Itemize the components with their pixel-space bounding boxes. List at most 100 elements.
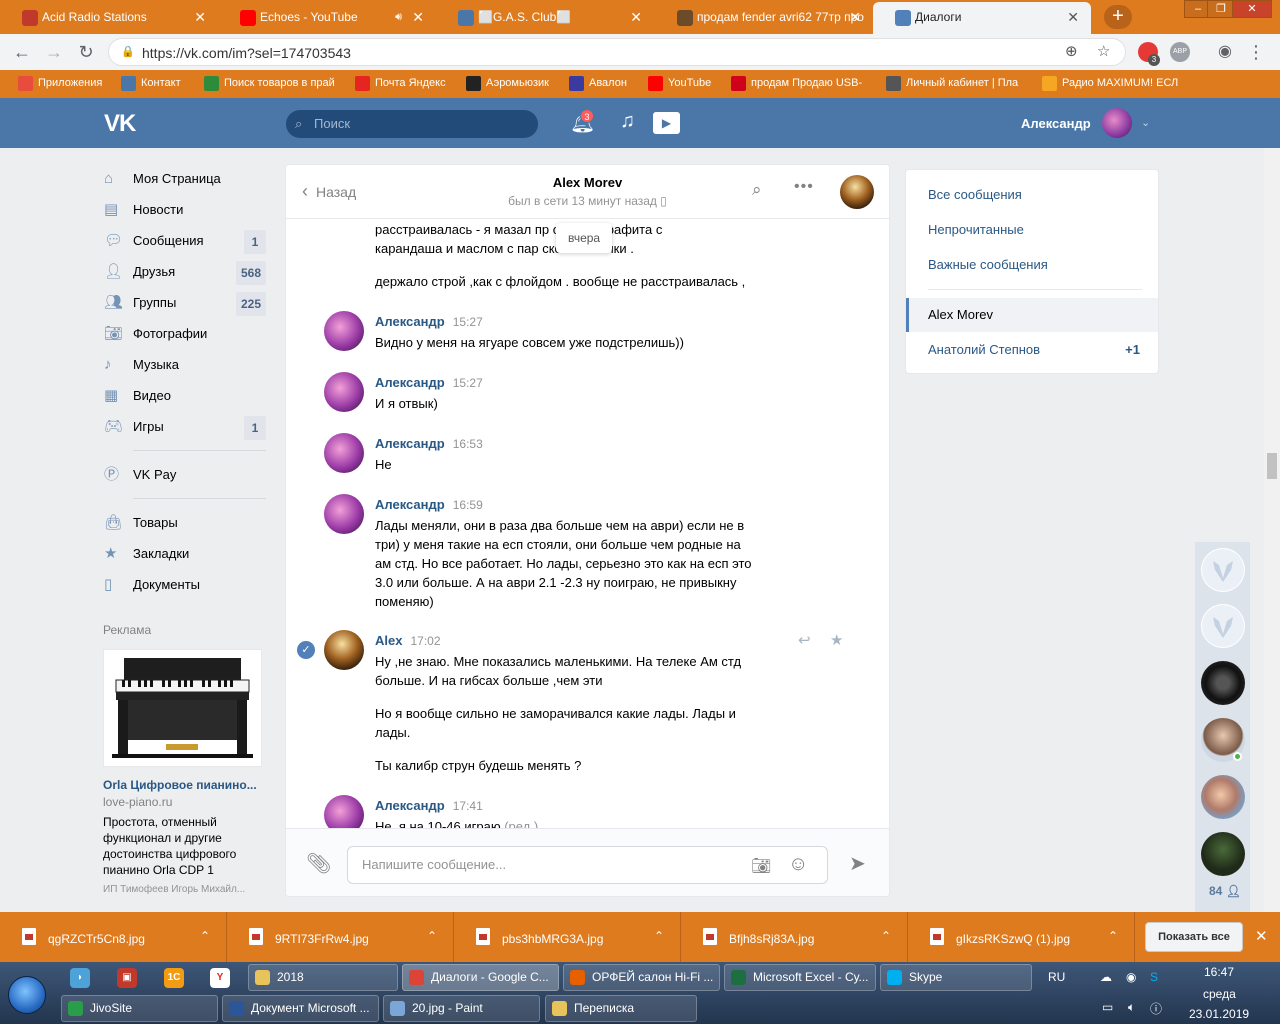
message-avatar[interactable] <box>324 630 364 670</box>
selected-check-icon[interactable]: ✓ <box>297 641 315 659</box>
vk-search-input[interactable]: ⌕ Поиск <box>286 110 538 138</box>
url-text[interactable]: https://vk.com/im?sel=174703543 <box>142 45 351 61</box>
download-item[interactable]: pbs3hbMRG3A.jpg ⌃ <box>454 912 681 962</box>
chat-avatar[interactable] <box>840 175 874 209</box>
bookmark-item[interactable]: Радио MAXIMUM! ЕСЛ <box>1042 76 1178 91</box>
close-tab-icon[interactable]: ✕ <box>630 2 642 32</box>
filter-important[interactable]: Важные сообщения <box>928 257 1048 272</box>
browser-tab[interactable]: Диалоги ✕ <box>873 2 1091 34</box>
bookmark-item[interactable]: продам Продаю USB- <box>731 76 862 91</box>
chevron-up-icon[interactable]: ⌃ <box>1108 929 1118 943</box>
taskbar-app[interactable]: Skype <box>880 964 1032 991</box>
message-time[interactable]: 17:02 <box>410 634 440 648</box>
nav-item[interactable]: ▦ Видео <box>100 380 270 411</box>
maximize-button[interactable]: ❐ <box>1207 0 1235 18</box>
taskbar-app[interactable]: 2018 <box>248 964 398 991</box>
camera-icon[interactable]: 📷︎ <box>751 856 771 876</box>
back-arrow-icon[interactable]: ← <box>10 40 34 64</box>
bookmark-item[interactable]: YouTube <box>648 76 711 91</box>
bookmark-item[interactable]: Аэромьюзик <box>466 76 549 91</box>
profile-icon[interactable]: ◉ <box>1213 40 1237 64</box>
skype-tray-icon[interactable]: S <box>1150 970 1158 984</box>
abp-extension-icon[interactable]: АВР <box>1170 42 1190 62</box>
close-window-button[interactable]: ✕ <box>1232 0 1272 18</box>
quick-launch-icon[interactable]: ◗ <box>70 968 90 988</box>
quick-launch-icon[interactable]: ▣ <box>117 968 137 988</box>
header-avatar[interactable] <box>1102 108 1132 138</box>
language-indicator[interactable]: RU <box>1048 970 1065 984</box>
message-time[interactable]: 16:59 <box>453 498 483 512</box>
chevron-down-icon[interactable]: ⌄ <box>1141 116 1150 129</box>
taskbar-app[interactable]: ОРФЕЙ салон Hi-Fi ... <box>563 964 720 991</box>
quick-launch-icon[interactable]: 1C <box>164 968 184 988</box>
message-avatar[interactable] <box>324 311 364 351</box>
close-tab-icon[interactable]: ✕ <box>412 2 424 32</box>
send-icon[interactable]: ➤ <box>849 851 866 876</box>
ad-name[interactable]: Orla Цифровое пианино... <box>103 778 257 792</box>
ad-image[interactable] <box>103 649 262 767</box>
new-tab-button[interactable]: + <box>1104 5 1132 29</box>
taskbar-app[interactable]: Документ Microsoft ... <box>222 995 379 1022</box>
tray-app-icon[interactable]: ◉ <box>1126 970 1136 984</box>
close-tab-icon[interactable]: ✕ <box>194 2 206 32</box>
friend-avatar[interactable] <box>1201 832 1245 876</box>
play-icon[interactable]: ▶ <box>653 112 680 134</box>
nav-item[interactable]: ★ Закладки <box>100 538 270 569</box>
message-avatar[interactable] <box>324 433 364 473</box>
speaker-icon[interactable]: 🔈︎ <box>1128 1000 1135 1015</box>
message-list[interactable]: расстраивалась - я мазал пр смесью графи… <box>286 220 889 828</box>
friends-online-count[interactable]: 84 👤︎ <box>1209 884 1241 898</box>
windows-start-button[interactable] <box>8 976 46 1014</box>
author-name[interactable]: Alex <box>375 633 402 648</box>
chevron-up-icon[interactable]: ⌃ <box>881 929 891 943</box>
clock-date[interactable]: 23.01.2019 <box>1189 1007 1249 1021</box>
music-note-icon[interactable]: ♫ <box>620 110 635 133</box>
friend-avatar[interactable] <box>1201 775 1245 819</box>
browser-tab[interactable]: ⬜G.A.S. Club⬜ ✕ <box>436 2 654 34</box>
message-author[interactable]: Александр 15:27 <box>375 375 483 390</box>
nav-item[interactable]: 📷︎ Фотографии <box>100 318 270 349</box>
dialog-item-alex[interactable]: Alex Morev <box>928 307 993 322</box>
friend-avatar-dog-icon[interactable] <box>1201 548 1245 592</box>
author-name[interactable]: Александр <box>375 798 445 813</box>
download-item[interactable]: 9RTI73FrRw4.jpg ⌃ <box>227 912 454 962</box>
taskbar-app[interactable]: Диалоги - Google C... <box>402 964 559 991</box>
zoom-icon[interactable]: ⊕ <box>1065 42 1078 60</box>
bookmark-item[interactable]: Поиск товаров в прай <box>204 76 335 91</box>
filter-all-messages[interactable]: Все сообщения <box>928 187 1022 202</box>
browser-tab[interactable]: Acid Radio Stations ✕ <box>0 2 218 34</box>
page-scrollbar[interactable] <box>1264 148 1280 913</box>
author-name[interactable]: Александр <box>375 497 445 512</box>
message-time[interactable]: 17:41 <box>453 799 483 813</box>
bookmark-star-icon[interactable]: ☆ <box>1097 42 1110 60</box>
menu-dots-icon[interactable]: ⋮ <box>1244 40 1268 64</box>
message-author[interactable]: Александр 16:59 <box>375 497 483 512</box>
speaker-icon[interactable]: 🔊︎ <box>395 2 402 32</box>
chevron-up-icon[interactable]: ⌃ <box>200 929 210 943</box>
message-author[interactable]: Александр 17:41 <box>375 798 483 813</box>
author-name[interactable]: Александр <box>375 436 445 451</box>
nav-item[interactable]: Ⓟ VK Pay <box>100 459 270 490</box>
bookmark-item[interactable]: Почта Яндекс <box>355 76 446 91</box>
info-icon[interactable]: ⓘ <box>1150 1000 1162 1017</box>
nav-item[interactable]: ⌂ Моя Страница <box>100 163 270 194</box>
taskbar-app[interactable]: Переписка <box>545 995 697 1022</box>
message-avatar[interactable] <box>324 372 364 412</box>
close-icon[interactable]: ✕ <box>1255 927 1268 945</box>
clock-time[interactable]: 16:47 <box>1204 965 1234 979</box>
message-author[interactable]: Александр 15:27 <box>375 314 483 329</box>
nav-item[interactable]: ▯ Документы <box>100 569 270 600</box>
ad-domain[interactable]: love-piano.ru <box>103 795 172 809</box>
nav-item[interactable]: 👥︎ Группы 225 <box>100 287 270 318</box>
download-item[interactable]: Bfjh8sRj83A.jpg ⌃ <box>681 912 908 962</box>
forward-arrow-icon[interactable]: → <box>42 40 66 64</box>
header-user-name[interactable]: Александр <box>1021 116 1091 131</box>
network-icon[interactable]: ☁ <box>1100 970 1112 984</box>
chat-search-icon[interactable]: ⌕ <box>752 180 762 200</box>
nav-item[interactable]: 💬︎ Сообщения 1 <box>100 225 270 256</box>
filter-unread[interactable]: Непрочитанные <box>928 222 1024 237</box>
favorite-star-icon[interactable]: ★ <box>830 631 843 649</box>
author-name[interactable]: Александр <box>375 375 445 390</box>
reply-icon[interactable]: ↩ <box>798 631 811 649</box>
browser-tab[interactable]: продам fender avri62 77тр про ✕ <box>655 2 873 34</box>
